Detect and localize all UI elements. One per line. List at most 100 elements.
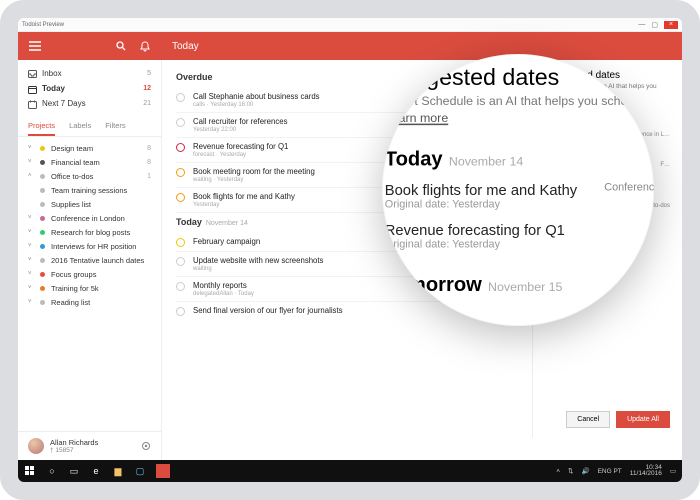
todoist-taskbar-icon[interactable] [156, 464, 170, 478]
project-count: 8 [147, 145, 151, 152]
project-color-dot [40, 258, 45, 263]
tray-lang[interactable]: ENG PT [598, 468, 622, 475]
update-all-button[interactable]: Update All [616, 411, 670, 428]
project-item[interactable]: Team training sessions [28, 183, 151, 197]
settings-icon[interactable] [141, 441, 151, 451]
menu-button[interactable] [18, 41, 52, 51]
project-label: Research for blog posts [51, 228, 130, 237]
disclosure-icon: ˅ [28, 145, 34, 151]
task-checkbox[interactable] [176, 143, 185, 152]
sidebar-next7[interactable]: Next 7 Days 21 [28, 96, 151, 111]
project-color-dot [40, 160, 45, 165]
cancel-button[interactable]: Cancel [566, 411, 610, 428]
project-color-dot [40, 202, 45, 207]
windows-taskbar: ○ ▭ e ▆ ▢ ˄ ⇅ 🔊 ENG PT 10:34 11/14/2016 … [18, 460, 682, 482]
task-checkbox[interactable] [176, 93, 185, 102]
project-item[interactable]: ˄Office to-dos1 [28, 169, 151, 183]
project-item[interactable]: ˅ Reading list [28, 295, 151, 309]
project-count: 1 [147, 173, 151, 180]
project-list: ˅ Design team 8 ˅ Financial team 8 ˄Office to-… [18, 137, 161, 431]
project-item[interactable]: ˅2016 Tentative launch dates [28, 253, 151, 267]
project-color-dot [40, 272, 45, 277]
lens-learn-more[interactable]: Learn more [385, 111, 448, 125]
project-label: Financial team [51, 158, 100, 167]
task-checkbox[interactable] [176, 257, 185, 266]
cortana-icon[interactable]: ○ [46, 465, 58, 477]
project-label: Focus groups [51, 270, 96, 279]
tray-network-icon[interactable]: ⇅ [568, 467, 573, 475]
user-karma: † 15857 [50, 447, 98, 454]
zoom-lens: Suggested dates Smart Schedule is an AI … [382, 54, 654, 326]
tab-projects[interactable]: Projects [28, 121, 55, 136]
lens-item[interactable]: Book flights for me and Kathy Original d… [385, 183, 654, 211]
project-item[interactable]: ˅ Design team 8 [28, 141, 151, 155]
project-label: Design team [51, 144, 93, 153]
hamburger-icon [29, 41, 41, 51]
sidebar-item-count: 21 [143, 100, 151, 107]
tray-volume-icon[interactable]: 🔊 [581, 467, 589, 475]
project-item[interactable]: ˅ Focus groups [28, 267, 151, 281]
store-icon[interactable]: ▢ [134, 465, 146, 477]
notifications-icon[interactable] [140, 41, 150, 52]
project-count: 8 [147, 159, 151, 166]
project-color-dot [40, 188, 45, 193]
sidebar-item-label: Next 7 Days [42, 99, 86, 108]
tray-clock[interactable]: 10:34 11/14/2016 [630, 465, 662, 478]
task-checkbox[interactable] [176, 238, 185, 247]
window-close[interactable]: × [664, 21, 678, 29]
tray-chevron-icon[interactable]: ˄ [556, 468, 560, 475]
project-label: 2016 Tentative launch dates [51, 256, 144, 265]
lens-day-tomorrow: TomorrowNovember 15 [385, 272, 654, 295]
user-footer[interactable]: Allan Richards † 15857 [18, 431, 161, 460]
project-item[interactable]: ˅Financial team8 [28, 155, 151, 169]
start-button[interactable] [24, 465, 36, 477]
project-item[interactable]: ˅Training for 5k [28, 281, 151, 295]
lens-item[interactable]: Revenue forecasting for Q1 Original date… [385, 223, 654, 251]
sidebar-today[interactable]: Today 12 [28, 81, 151, 96]
explorer-icon[interactable]: ▆ [112, 465, 124, 477]
week-icon [28, 100, 36, 108]
search-icon[interactable] [116, 41, 126, 52]
window-minimize[interactable]: — [638, 21, 645, 29]
taskview-icon[interactable]: ▭ [68, 465, 80, 477]
avatar [28, 438, 44, 454]
project-color-dot [40, 216, 45, 221]
action-center-icon[interactable]: ▭ [670, 467, 676, 475]
window-maximize[interactable]: ▢ [651, 21, 658, 29]
project-item[interactable]: Supplies list [28, 197, 151, 211]
project-item[interactable]: ˅Conference in London [28, 211, 151, 225]
disclosure-icon: ˅ [28, 243, 34, 249]
task-checkbox[interactable] [176, 282, 185, 291]
lens-heading: Suggested dates [385, 65, 654, 91]
sidebar-tabs: Projects Labels Filters [18, 115, 161, 137]
tab-filters[interactable]: Filters [105, 121, 125, 136]
disclosure-icon: ˅ [28, 229, 34, 235]
disclosure-icon: ˅ [28, 299, 34, 305]
sidebar-item-count: 12 [143, 85, 151, 92]
tab-labels[interactable]: Labels [69, 121, 91, 136]
edge-icon[interactable]: e [90, 465, 102, 477]
disclosure-icon: ˅ [28, 215, 34, 221]
task-checkbox[interactable] [176, 193, 185, 202]
project-color-dot [40, 286, 45, 291]
project-label: Team training sessions [51, 186, 127, 195]
project-item[interactable]: ˅ Interviews for HR position [28, 239, 151, 253]
project-color-dot [40, 244, 45, 249]
project-color-dot [40, 146, 45, 151]
task-checkbox[interactable] [176, 168, 185, 177]
project-item[interactable]: ˅ Research for blog posts [28, 225, 151, 239]
sidebar-item-label: Inbox [42, 69, 62, 78]
sidebar: Inbox 5 Today 12 Next 7 Days 21 [18, 60, 162, 460]
user-name: Allan Richards [50, 438, 98, 447]
sidebar-item-label: Today [42, 84, 65, 93]
project-label: Interviews for HR position [51, 242, 136, 251]
disclosure-icon: ˄ [28, 173, 34, 179]
lens-day-today: TodayNovember 14 [385, 147, 654, 170]
sidebar-item-count: 5 [147, 70, 151, 77]
sidebar-inbox[interactable]: Inbox 5 [28, 66, 151, 81]
lens-subtext: Smart Schedule is an AI that helps you s… [385, 94, 654, 108]
task-checkbox[interactable] [176, 118, 185, 127]
disclosure-icon: ˅ [28, 271, 34, 277]
project-label: Reading list [51, 298, 90, 307]
task-checkbox[interactable] [176, 307, 185, 316]
